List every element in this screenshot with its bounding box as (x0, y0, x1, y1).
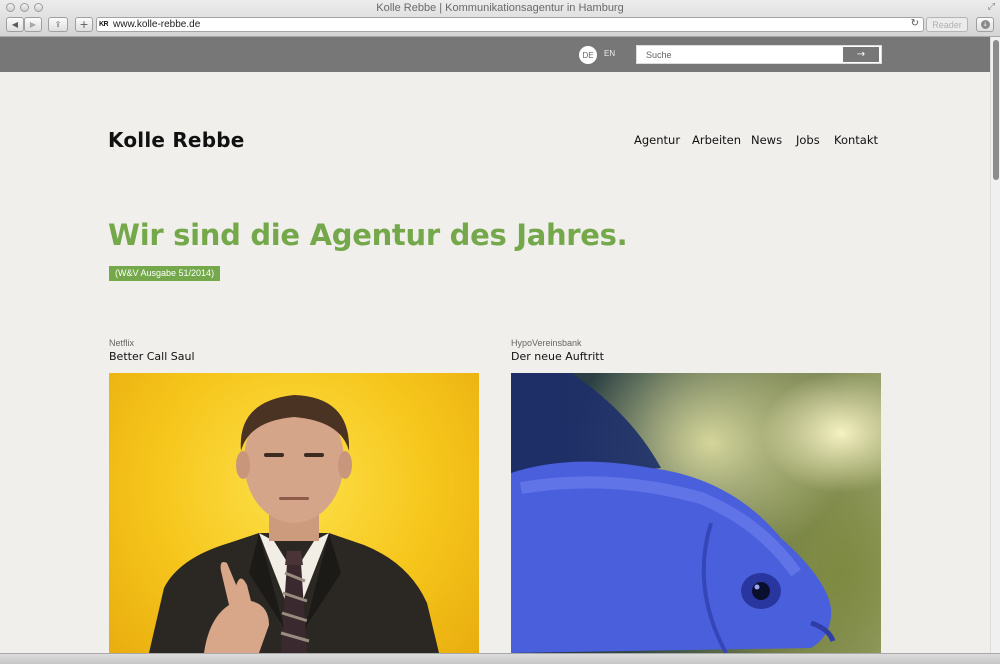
project-image-better-call-saul[interactable] (109, 373, 479, 653)
site-favicon: KR (99, 21, 109, 28)
nav-agentur[interactable]: Agentur (634, 133, 680, 147)
project-client: Netflix (109, 338, 135, 348)
hero-badge: (W&V Ausgabe 51/2014) (109, 266, 221, 281)
back-button[interactable]: ◀ (6, 17, 24, 32)
search-form: → (636, 45, 882, 64)
arrow-right-icon: → (856, 49, 866, 60)
project-title[interactable]: Better Call Saul (109, 350, 195, 363)
hero-headline: Wir sind die Agentur des Jahres. (108, 218, 628, 252)
search-submit-button[interactable]: → (843, 47, 879, 62)
project-image-der-neue-auftritt[interactable] (511, 373, 881, 653)
share-icon: ⇪ (54, 20, 62, 29)
forward-button[interactable]: ▶ (24, 17, 42, 32)
browser-status-bar (0, 653, 1000, 664)
page-scrollbar[interactable] (990, 37, 1000, 653)
new-tab-button[interactable]: + (75, 17, 93, 32)
language-de-button[interactable]: DE (579, 46, 597, 64)
window-title: Kolle Rebbe | Kommunikationsagentur in H… (376, 2, 624, 14)
fullscreen-icon[interactable]: ⤢ (988, 2, 995, 12)
share-button[interactable]: ⇪ (48, 17, 68, 32)
url-text[interactable]: www.kolle-rebbe.de (113, 19, 200, 30)
downloads-button[interactable]: ↓ (976, 17, 994, 32)
project-title[interactable]: Der neue Auftritt (511, 350, 604, 363)
forward-arrow-icon: ▶ (29, 20, 37, 29)
address-bar[interactable]: KR www.kolle-rebbe.de ↻ (96, 17, 924, 32)
language-en-button[interactable]: EN (604, 49, 615, 58)
nav-news[interactable]: News (751, 133, 782, 147)
reader-button[interactable]: Reader (926, 17, 968, 32)
utility-bar: DE EN → (0, 37, 990, 72)
plus-icon: + (79, 18, 89, 31)
project-client: HypoVereinsbank (511, 338, 582, 348)
download-icon: ↓ (980, 20, 990, 29)
man-pointing-illustration (149, 395, 439, 653)
browser-toolbar: Kolle Rebbe | Kommunikationsagentur in H… (0, 0, 1000, 37)
back-arrow-icon: ◀ (11, 20, 19, 29)
scrollbar-thumb[interactable] (993, 40, 999, 180)
web-page: DE EN → Kolle Rebbe Agentur Arbeiten New… (0, 37, 990, 653)
nav-jobs[interactable]: Jobs (796, 133, 820, 147)
reload-icon[interactable]: ↻ (911, 18, 919, 29)
blue-fish-illustration (511, 373, 836, 653)
search-input[interactable] (637, 46, 843, 63)
nav-arbeiten[interactable]: Arbeiten (692, 133, 741, 147)
site-logo[interactable]: Kolle Rebbe (108, 128, 245, 152)
nav-kontakt[interactable]: Kontakt (834, 133, 878, 147)
